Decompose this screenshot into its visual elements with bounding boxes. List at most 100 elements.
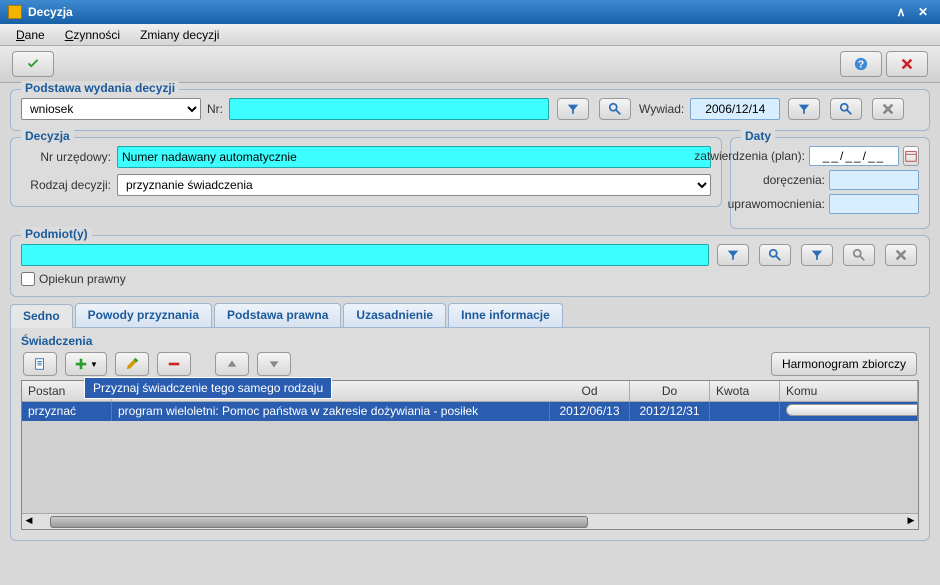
scroll-thumb[interactable] xyxy=(50,516,588,528)
dorecz-label: doręczenia: xyxy=(763,173,825,187)
podmiot-legend: Podmiot(y) xyxy=(21,227,92,241)
zatw-input[interactable] xyxy=(809,146,899,166)
x-icon xyxy=(894,248,908,262)
tab-podstawa-prawna[interactable]: Podstawa prawna xyxy=(214,303,341,327)
table-row[interactable]: przyznać program wieloletni: Pomoc państ… xyxy=(22,402,918,421)
minus-icon xyxy=(167,357,181,371)
swiadczenia-panel: Świadczenia ▼ Harmonogram zbiorczy Przyz… xyxy=(10,328,930,541)
tab-powody[interactable]: Powody przyznania xyxy=(75,303,212,327)
decyzja-fieldset: Decyzja Nr urzędowy: Rodzaj decyzji: prz… xyxy=(10,137,722,207)
pencil-icon xyxy=(125,357,139,371)
cell-komu xyxy=(780,402,918,421)
remove-button[interactable] xyxy=(157,352,191,376)
nr-lookup2-button[interactable] xyxy=(599,98,631,120)
zatw-label: zatwierdzenia (plan): xyxy=(694,149,805,163)
move-down-button[interactable] xyxy=(257,352,291,376)
swiadczenia-grid[interactable]: Postan Świadczenie Od Do Kwota Komu przy… xyxy=(21,380,919,530)
triangle-down-icon xyxy=(267,357,281,371)
main-toolbar: ? xyxy=(0,46,940,83)
daty-fieldset: Daty zatwierdzenia (plan): doręczenia: u… xyxy=(730,137,930,229)
podstawa-legend: Podstawa wydania decyzji xyxy=(21,81,179,95)
new-doc-button[interactable] xyxy=(23,352,57,376)
chevron-down-icon: ▼ xyxy=(90,360,98,369)
opiekun-checkbox[interactable] xyxy=(21,272,35,286)
harmonogram-label: Harmonogram zbiorczy xyxy=(782,357,906,371)
nr-lookup1-button[interactable] xyxy=(557,98,589,120)
cell-do: 2012/12/31 xyxy=(630,402,710,421)
check-icon xyxy=(26,57,40,71)
podmiot-fieldset: Podmiot(y) Opiekun prawny xyxy=(10,235,930,297)
horizontal-scrollbar[interactable]: ◀ ▶ xyxy=(22,513,918,529)
window-title: Decyzja xyxy=(28,5,888,19)
wywiad-clear-button[interactable] xyxy=(872,98,904,120)
menu-czynnosci[interactable]: Czynności xyxy=(55,26,130,44)
filter-icon xyxy=(810,248,824,262)
nr-input[interactable] xyxy=(229,98,549,120)
filter-icon xyxy=(797,102,811,116)
upraw-label: uprawomocnienia: xyxy=(728,197,825,211)
wywiad-filter-button[interactable] xyxy=(788,98,820,120)
rodzaj-select[interactable]: przyznanie świadczenia xyxy=(117,174,711,196)
podstawa-fieldset: Podstawa wydania decyzji wniosek Nr: Wyw… xyxy=(10,89,930,131)
podmiot-search1-button[interactable] xyxy=(759,244,791,266)
podmiot-filter1-button[interactable] xyxy=(717,244,749,266)
search-icon xyxy=(768,248,782,262)
podmiot-search2-button[interactable] xyxy=(843,244,875,266)
podmiot-filter2-button[interactable] xyxy=(801,244,833,266)
decyzja-legend: Decyzja xyxy=(21,129,74,143)
app-icon xyxy=(8,5,22,19)
dorecz-input[interactable] xyxy=(829,170,919,190)
nrurz-input[interactable] xyxy=(117,146,711,168)
wywiad-date[interactable] xyxy=(690,98,780,120)
titlebar: Decyzja ∧ ✕ xyxy=(0,0,940,24)
harmonogram-button[interactable]: Harmonogram zbiorczy xyxy=(771,352,917,376)
minimize-button[interactable]: ∧ xyxy=(892,3,910,21)
podmiot-input[interactable] xyxy=(21,244,709,266)
wywiad-label: Wywiad: xyxy=(639,102,684,116)
upraw-input[interactable] xyxy=(829,194,919,214)
col-kwota[interactable]: Kwota xyxy=(710,381,780,401)
confirm-button[interactable] xyxy=(12,51,54,77)
tab-sedno[interactable]: Sedno xyxy=(10,304,73,328)
nr-label: Nr: xyxy=(207,102,223,116)
menu-zmiany[interactable]: Zmiany decyzji xyxy=(130,26,229,44)
swiadczenia-legend: Świadczenia xyxy=(21,334,919,348)
opiekun-label: Opiekun prawny xyxy=(39,272,126,286)
scroll-right-icon[interactable]: ▶ xyxy=(904,515,918,529)
menubar: Dane Czynności Zmiany decyzji xyxy=(0,24,940,46)
help-button[interactable]: ? xyxy=(840,51,882,77)
zatw-calendar-button[interactable] xyxy=(903,146,919,166)
x-icon xyxy=(900,57,914,71)
col-do[interactable]: Do xyxy=(630,381,710,401)
podstawa-select[interactable]: wniosek xyxy=(21,98,201,120)
cell-swiad: program wieloletni: Pomoc państwa w zakr… xyxy=(112,402,550,421)
close-button[interactable]: ✕ xyxy=(914,3,932,21)
add-tooltip: Przyznaj świadczenie tego samego rodzaju xyxy=(84,377,332,399)
search-icon xyxy=(852,248,866,262)
wywiad-search-button[interactable] xyxy=(830,98,862,120)
scroll-left-icon[interactable]: ◀ xyxy=(22,515,36,529)
tab-inne[interactable]: Inne informacje xyxy=(448,303,563,327)
calendar-icon xyxy=(904,149,918,163)
cancel-button[interactable] xyxy=(886,51,928,77)
x-icon xyxy=(881,102,895,116)
filter-icon xyxy=(566,102,580,116)
col-od[interactable]: Od xyxy=(550,381,630,401)
search-icon xyxy=(608,102,622,116)
cell-kwota xyxy=(710,402,780,421)
add-button[interactable]: ▼ xyxy=(65,352,107,376)
menu-dane-label: ane xyxy=(25,28,45,42)
podmiot-clear-button[interactable] xyxy=(885,244,917,266)
komu-bar xyxy=(786,404,918,416)
tabs: Sedno Powody przyznania Podstawa prawna … xyxy=(10,303,930,328)
rodzaj-label: Rodzaj decyzji: xyxy=(21,178,111,192)
menu-dane[interactable]: Dane xyxy=(6,26,55,44)
cell-od: 2012/06/13 xyxy=(550,402,630,421)
edit-button[interactable] xyxy=(115,352,149,376)
menu-czynnosci-label: zynności xyxy=(73,28,120,42)
search-icon xyxy=(839,102,853,116)
col-komu[interactable]: Komu xyxy=(780,381,918,401)
move-up-button[interactable] xyxy=(215,352,249,376)
help-icon: ? xyxy=(854,57,868,71)
tab-uzasadnienie[interactable]: Uzasadnienie xyxy=(343,303,446,327)
